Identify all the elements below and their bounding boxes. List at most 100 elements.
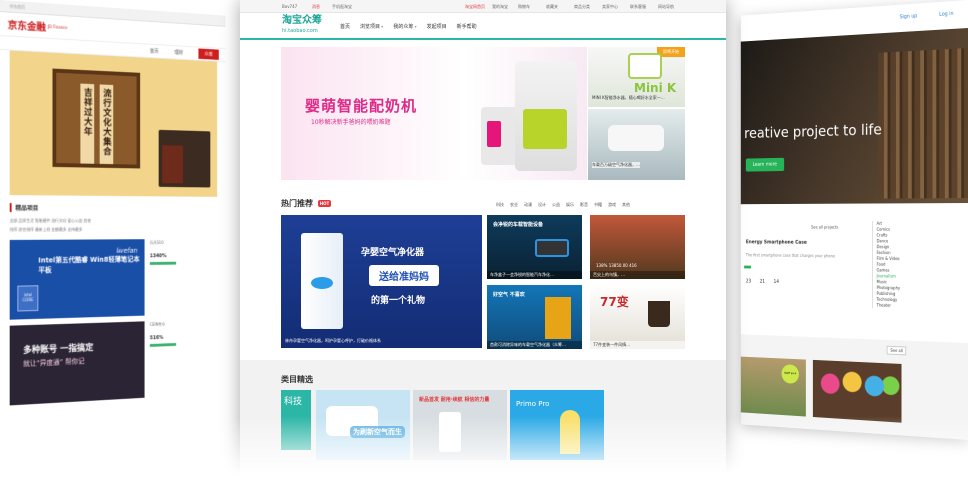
jd-project-card[interactable]: 多种账号 一指搞定 就让“异度通” 帮你记 CEIN传众 516% [10, 319, 217, 405]
category-label-tech[interactable]: 科技 [281, 390, 311, 450]
jd-logo[interactable]: 京东金融 [8, 16, 46, 33]
taobao-home-link[interactable]: 淘宝网首页 [465, 4, 485, 10]
category-item[interactable]: 为刷新空气而生 [316, 390, 410, 460]
jd-filter-row-sort[interactable]: 排序 综合排序 最新上线 金额最多 支持最多 [10, 225, 217, 234]
car-purifier-promo[interactable] [588, 109, 685, 180]
taobao-top-bar: Bov747 消息 手机逛淘宝 淘宝网首页 我的淘宝 购物车 收藏夹 商品分类 … [240, 0, 726, 13]
tab-games[interactable]: 游戏 [608, 202, 616, 208]
category-item-text: 新品首发 耐用·续航 相信的力量 [419, 397, 490, 403]
tab-tech[interactable]: 科技 [496, 202, 504, 208]
category-picks-section: 类目精选 科技 为刷新空气而生 新品首发 耐用·续航 相信的力量 Primo P… [240, 360, 726, 486]
jd-nav-licai[interactable]: 理财 [174, 49, 183, 56]
jd-card-title[interactable]: CEIN传众 [150, 320, 185, 328]
log-in-link[interactable]: Log in [939, 11, 953, 18]
hot-item-large[interactable]: 孕婴空气净化器 送给准妈妈 的第一个礼物 林舟孕婴空气净化器，呵护孕婴心呼护，打… [281, 215, 482, 348]
creative-site-window: Sign up Log in reative project to life L… [740, 0, 968, 440]
category-item[interactable]: Primo Pro [510, 390, 604, 460]
jd-banner[interactable]: 吉祥过大年 流行文化大集合 [10, 51, 217, 197]
car-device-image [535, 239, 569, 257]
see-all-button[interactable]: See all [886, 345, 907, 356]
calligraphy-col-2: 流行文化大集合 [100, 84, 114, 164]
hot-item[interactable]: 好空气 不喜欢 首款可消除异味的车载空气净化器（众筹… [487, 285, 582, 349]
tab-other[interactable]: 其他 [622, 202, 630, 208]
project-title[interactable]: Energy Smartphone Case [746, 240, 807, 246]
favorites-link[interactable]: 收藏夹 [546, 4, 558, 10]
tab-anime[interactable]: 动漫 [524, 202, 532, 208]
stat-value: 14 [773, 279, 780, 285]
hot-badge: HOT [317, 200, 332, 207]
athlete-image [560, 410, 580, 454]
category-item[interactable]: 新品首发 耐用·续航 相信的力量 [413, 390, 507, 460]
category-picks-title: 类目精选 [281, 375, 313, 384]
hot-item[interactable]: 77变 77件变装一件风情… [590, 285, 685, 349]
hero-headline: reative project to life [744, 120, 882, 142]
nav-home[interactable]: 首页 [340, 23, 350, 30]
jd-section-title: 精品项目 [10, 203, 217, 213]
seller-center-link[interactable]: 卖家中心 [602, 4, 618, 10]
project-photo-landscape[interactable]: Staff pick [740, 356, 806, 417]
project-photo-wigs[interactable] [812, 359, 902, 423]
site-nav-link[interactable]: 网站导航 [658, 4, 674, 10]
jd-card-percent: 516% [149, 334, 164, 342]
cart-link[interactable]: 购物车 [518, 4, 530, 10]
tab-books[interactable]: 书籍 [594, 202, 602, 208]
account-ad-sub: 就让“异度通” 帮你记 [23, 357, 85, 368]
bookshelf-image [878, 48, 968, 199]
account-ad-headline: 多种账号 一指搞定 [23, 343, 94, 357]
car-image [608, 125, 664, 151]
my-taobao-link[interactable]: 我的淘宝 [492, 4, 508, 10]
hot-item-headline: 孕婴空气净化器 [361, 248, 425, 258]
customer-service-link[interactable]: 联系客服 [630, 4, 646, 10]
nav-help[interactable]: 新手帮助 [457, 23, 477, 30]
car-purifier-caption: 车载百万级空气净化器，… [592, 162, 640, 168]
stat-value: 21 [759, 278, 766, 285]
tab-entertainment[interactable]: 娱乐 [566, 202, 574, 208]
mini-k-logo: Mini K [634, 81, 677, 95]
jd-filter-row-category[interactable]: 全部 品质生活 智能硬件 流行文化 爱心公益 其他 [10, 216, 217, 225]
gift-bag-image [162, 145, 183, 183]
tab-charity[interactable]: 公益 [552, 202, 560, 208]
jd-nav-zhongchou[interactable]: 众筹 [198, 48, 218, 59]
categories-link[interactable]: 商品分类 [574, 4, 590, 10]
account-ad-image[interactable]: 多种账号 一指搞定 就让“异度通” 帮你记 [10, 321, 145, 405]
laptop-ad-image[interactable]: livefan Intel第五代酷睿 Win8轻薄笔记本平板 intel COR… [10, 239, 145, 319]
formula-machine-lime-image [515, 61, 577, 171]
nav-start-project[interactable]: 发起项目 [427, 23, 447, 30]
hot-item-headline: 会净锐的车载智能设备 [493, 222, 544, 228]
hot-item-caption: 舌尖上的乌镇，… [590, 271, 685, 279]
hot-item-caption: 车净盒子—会净锐的智能汽车净化… [487, 271, 582, 279]
hot-item[interactable]: 138% 13850.00 416 舌尖上的乌镇，… [590, 215, 685, 279]
tab-design[interactable]: 设计 [538, 202, 546, 208]
calligraphy-col-1: 吉祥过大年 [80, 84, 94, 164]
nav-my-zhongchou[interactable]: 我的众筹 [393, 23, 416, 30]
sign-up-link[interactable]: Sign up [900, 13, 918, 20]
jd-filter: 全部 品质生活 智能硬件 流行文化 爱心公益 其他 排序 综合排序 最新上线 金… [10, 216, 217, 234]
tab-av[interactable]: 影音 [580, 202, 588, 208]
hot-item-headline: 好空气 不喜欢 [493, 292, 525, 298]
mini-k-promo[interactable]: 即将开始 Mini K MINI K智能净水器，随心喝好水全家一… [588, 47, 685, 107]
jd-card-percent: 1340% [149, 253, 167, 260]
hot-section-title: 热门推荐 HOT [281, 198, 332, 209]
banner-side-column: 即将开始 Mini K MINI K智能净水器，随心喝好水全家一… 车载百万级空… [588, 47, 685, 180]
tab-agriculture[interactable]: 农业 [510, 202, 518, 208]
jd-nav-home[interactable]: 首页 [150, 48, 159, 55]
taobao-zhongchou-logo[interactable]: 淘宝众筹 hi.taobao.com [282, 16, 322, 36]
mini-k-caption: MINI K智能净水器，随心喝好水全家一… [592, 95, 665, 100]
user-name-link[interactable]: Bov747 [282, 4, 297, 9]
category-item[interactable]: Theater [877, 303, 901, 309]
air-purifier-image [301, 233, 343, 329]
nav-browse-projects[interactable]: 浏览项目 [360, 23, 383, 30]
messages-link[interactable]: 消息 [312, 4, 320, 10]
see-all-projects-link[interactable]: See all projects [811, 225, 838, 230]
learn-more-button[interactable]: Learn more [745, 157, 784, 172]
jd-project-card[interactable]: livefan Intel第五代酷睿 Win8轻薄笔记本平板 intel COR… [10, 239, 217, 320]
jd-card-title[interactable]: 乐凡S10 [150, 239, 185, 246]
showcase-stage: 京东首页 京东金融 JD Finance 首页 理财 众筹 吉祥过大年 流行文化… [0, 0, 968, 486]
mobile-taobao-link[interactable]: 手机逛淘宝 [332, 4, 352, 10]
car-freshener-image [545, 297, 571, 339]
hot-item-mid: 送给准妈妈 [369, 265, 439, 286]
hot-item[interactable]: 会净锐的车载智能设备 车净盒子—会净锐的智能汽车净化… [487, 215, 582, 279]
taobao-header: 淘宝众筹 hi.taobao.com 首页 浏览项目 我的众筹 发起项目 新手帮… [240, 13, 726, 40]
hot-item-caption: 77件变装一件风情… [590, 341, 685, 349]
main-banner[interactable]: 婴萌智能配奶机 10秒解决新手爸妈的喂奶难题 [281, 47, 587, 180]
